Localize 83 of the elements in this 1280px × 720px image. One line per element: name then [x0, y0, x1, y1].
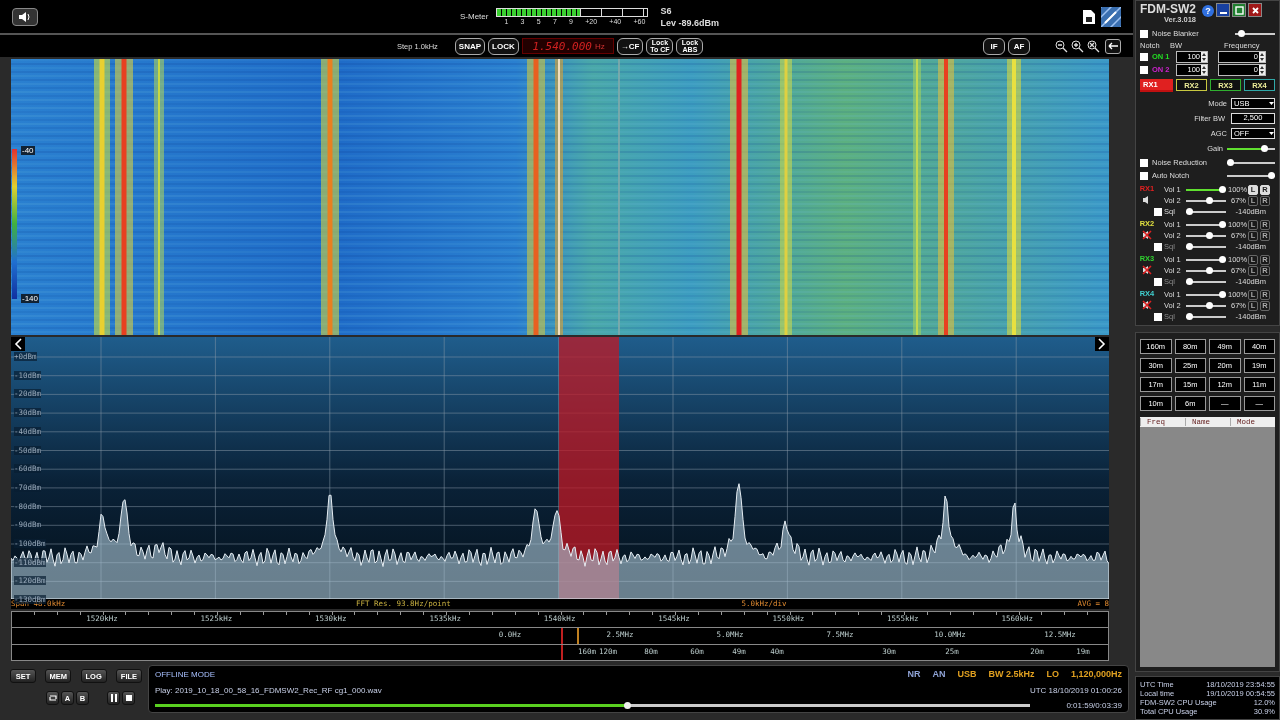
- status-indicator: 1,120,000Hz: [1070, 669, 1122, 679]
- squelch-checkbox[interactable]: [1154, 242, 1162, 251]
- spin-arrows-icon[interactable]: [1201, 64, 1207, 75]
- squelch-slider[interactable]: [1186, 315, 1226, 318]
- utc-timestamp: UTC 18/10/2019 01:00:26: [1029, 685, 1122, 695]
- spin-arrows-icon[interactable]: [1201, 51, 1207, 62]
- color-scale-label: -140: [21, 294, 39, 303]
- squelch-checkbox[interactable]: [1154, 277, 1162, 286]
- slider-thumb[interactable]: [1219, 185, 1226, 193]
- volume-slider[interactable]: [1186, 304, 1226, 307]
- pen-icon[interactable]: [1101, 6, 1121, 27]
- auto-notch-checkbox[interactable]: [1140, 171, 1148, 180]
- volume-slider[interactable]: [1186, 234, 1226, 237]
- volume-slider[interactable]: [1186, 223, 1226, 226]
- status-indicator: NR: [907, 669, 921, 679]
- frequency-display[interactable]: 1.540.000 Hz: [521, 38, 614, 54]
- caret-icon: [1269, 132, 1274, 135]
- document-icon[interactable]: [1082, 8, 1096, 25]
- volume-slider[interactable]: [1186, 188, 1226, 191]
- zoom-out-icon[interactable]: [1055, 39, 1068, 53]
- slider-thumb[interactable]: [1268, 171, 1275, 179]
- back-arrow-button[interactable]: [1105, 38, 1121, 54]
- slider-thumb[interactable]: [1205, 196, 1213, 204]
- slider-thumb[interactable]: [1186, 312, 1193, 320]
- slider-thumb[interactable]: [1206, 266, 1214, 274]
- to-cf-button[interactable]: →CF: [616, 37, 644, 55]
- auto-notch-slider[interactable]: [1227, 174, 1275, 177]
- status-indicator: LO: [1046, 669, 1059, 679]
- slider-thumb[interactable]: [1186, 242, 1193, 250]
- slider-thumb[interactable]: [1205, 301, 1213, 309]
- slider-thumb[interactable]: [1219, 220, 1226, 228]
- notch-checkbox[interactable]: [1140, 52, 1148, 61]
- app-title: FDM-SW2: [1140, 3, 1196, 16]
- muted-speaker-icon[interactable]: [1142, 300, 1152, 310]
- offline-mode-label: OFFLINE MODE: [155, 669, 215, 679]
- af-button[interactable]: AF: [1008, 37, 1030, 55]
- volume-slider[interactable]: [1186, 199, 1226, 202]
- slider-thumb[interactable]: [1186, 207, 1193, 215]
- speaker-icon[interactable]: [18, 10, 32, 23]
- zoom-in-icon[interactable]: [1071, 39, 1084, 53]
- snap-button[interactable]: SNAP: [454, 37, 486, 55]
- zoom-reset-icon[interactable]: [1087, 39, 1100, 53]
- slider-thumb[interactable]: [1186, 277, 1193, 285]
- progress-thumb[interactable]: [623, 702, 631, 709]
- slider-thumb[interactable]: [1205, 231, 1213, 239]
- status-indicator: USB: [957, 669, 977, 679]
- noise-blanker-checkbox[interactable]: [1140, 29, 1148, 38]
- squelch-checkbox[interactable]: [1154, 312, 1162, 321]
- status-indicator: BW 2.5kHz: [988, 669, 1035, 679]
- if-button[interactable]: IF: [983, 37, 1005, 55]
- slider-thumb[interactable]: [1260, 144, 1268, 152]
- squelch-slider[interactable]: [1186, 210, 1226, 213]
- back-arrow-icon[interactable]: [1108, 42, 1118, 50]
- caret-icon: [1269, 102, 1274, 105]
- slider-thumb[interactable]: [1227, 158, 1234, 166]
- s-unit-reading: S6: [660, 4, 673, 17]
- playback-time: 0:01:59/0:03:39: [1066, 701, 1122, 710]
- speaker-button[interactable]: [12, 7, 38, 26]
- squelch-slider[interactable]: [1186, 280, 1226, 283]
- slider-thumb[interactable]: [1238, 29, 1246, 37]
- slider-thumb[interactable]: [1219, 290, 1226, 298]
- slider-thumb[interactable]: [1219, 255, 1226, 263]
- volume-slider[interactable]: [1186, 293, 1226, 296]
- lock-button[interactable]: LOCK: [488, 37, 519, 55]
- noise-reduction-slider[interactable]: [1227, 161, 1275, 164]
- gain-slider[interactable]: [1227, 147, 1275, 150]
- squelch-slider[interactable]: [1186, 245, 1226, 248]
- color-scale-label: -40: [21, 146, 35, 155]
- level-reading: Lev -89.6dBm: [660, 16, 719, 29]
- squelch-checkbox[interactable]: [1154, 207, 1162, 216]
- noise-blanker-slider[interactable]: [1235, 32, 1275, 35]
- muted-speaker-icon[interactable]: [1142, 230, 1152, 240]
- noise-reduction-checkbox[interactable]: [1140, 158, 1148, 167]
- muted-speaker-icon[interactable]: [1142, 265, 1152, 275]
- s-meter-label: S-Meter: [460, 12, 489, 21]
- notch-checkbox[interactable]: [1140, 65, 1148, 74]
- volume-slider[interactable]: [1186, 258, 1226, 261]
- playback-file-name: Play: 2019_10_18_00_58_16_FDMSW2_Rec_RF cg1_000.wav: [155, 685, 382, 695]
- status-indicator: AN: [932, 669, 946, 679]
- volume-slider[interactable]: [1186, 269, 1226, 272]
- help-button[interactable]: ?: [1202, 5, 1214, 17]
- spin-arrows-icon[interactable]: [1259, 51, 1265, 62]
- spin-arrows-icon[interactable]: [1259, 64, 1265, 75]
